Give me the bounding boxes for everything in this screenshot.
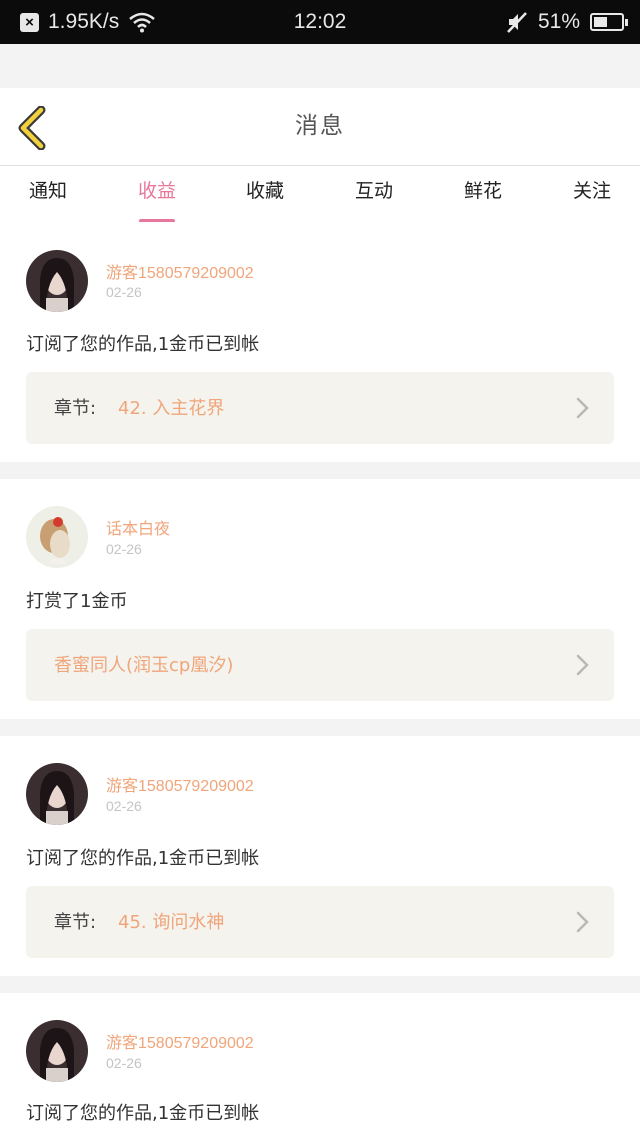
status-bar: × 1.95K/s 12:02 51% bbox=[0, 0, 640, 44]
tab-interactions[interactable]: 互动 bbox=[334, 176, 414, 216]
message-date: 02-26 bbox=[106, 284, 142, 300]
avatar[interactable] bbox=[26, 763, 88, 825]
tab-earnings[interactable]: 收益 bbox=[117, 176, 197, 223]
message-text: 订阅了您的作品,1金币已到帐 bbox=[26, 1103, 260, 1124]
nav-bar: 消息 bbox=[0, 88, 640, 166]
username[interactable]: 游客1580579209002 bbox=[106, 259, 254, 283]
page-title: 消息 bbox=[295, 113, 345, 139]
tab-notifications[interactable]: 通知 bbox=[8, 176, 88, 216]
avatar[interactable] bbox=[26, 506, 88, 568]
message-card: 话本白夜 02-26 打赏了1金币 香蜜同人(润玉cp凰汐) bbox=[0, 479, 640, 719]
message-date: 02-26 bbox=[106, 798, 142, 814]
chapter-label: 章节: bbox=[54, 398, 97, 419]
message-card: 游客1580579209002 02-26 订阅了您的作品,1金币已到帐 章节:… bbox=[0, 736, 640, 976]
message-date: 02-26 bbox=[106, 1055, 142, 1071]
tab-bar: 通知 收益 收藏 互动 鲜花 关注 bbox=[0, 166, 640, 223]
username[interactable]: 话本白夜 bbox=[106, 515, 170, 539]
chapter-label: 章节: bbox=[54, 912, 97, 933]
username[interactable]: 游客1580579209002 bbox=[106, 772, 254, 796]
message-card: 游客1580579209002 02-26 订阅了您的作品,1金币已到帐 bbox=[0, 993, 640, 1138]
chapter-link[interactable]: 章节: 45. 询问水神 bbox=[26, 886, 614, 958]
chapter-link[interactable]: 章节: 42. 入主花界 bbox=[26, 372, 614, 444]
avatar[interactable] bbox=[26, 1020, 88, 1082]
message-text: 打赏了1金币 bbox=[26, 591, 128, 612]
battery-icon bbox=[590, 13, 628, 31]
message-date: 02-26 bbox=[106, 541, 142, 557]
battery-percent: 51% bbox=[537, 10, 580, 33]
work-link[interactable]: 香蜜同人(润玉cp凰汐) bbox=[26, 629, 614, 701]
chevron-right-icon bbox=[576, 654, 589, 676]
avatar[interactable] bbox=[26, 250, 88, 312]
tab-follows[interactable]: 关注 bbox=[552, 176, 632, 216]
chapter-title: 42. 入主花界 bbox=[118, 398, 225, 419]
message-text: 订阅了您的作品,1金币已到帐 bbox=[26, 848, 260, 869]
mute-icon bbox=[507, 12, 527, 33]
message-card: 游客1580579209002 02-26 订阅了您的作品,1金币已到帐 章节:… bbox=[0, 222, 640, 462]
tab-flowers[interactable]: 鲜花 bbox=[443, 176, 523, 216]
chapter-title: 45. 询问水神 bbox=[118, 912, 225, 933]
tab-favorites[interactable]: 收藏 bbox=[225, 176, 305, 216]
work-title: 香蜜同人(润玉cp凰汐) bbox=[54, 655, 234, 676]
message-text: 订阅了您的作品,1金币已到帐 bbox=[26, 334, 260, 355]
chevron-right-icon bbox=[576, 397, 589, 419]
chevron-right-icon bbox=[576, 911, 589, 933]
username[interactable]: 游客1580579209002 bbox=[106, 1029, 254, 1053]
